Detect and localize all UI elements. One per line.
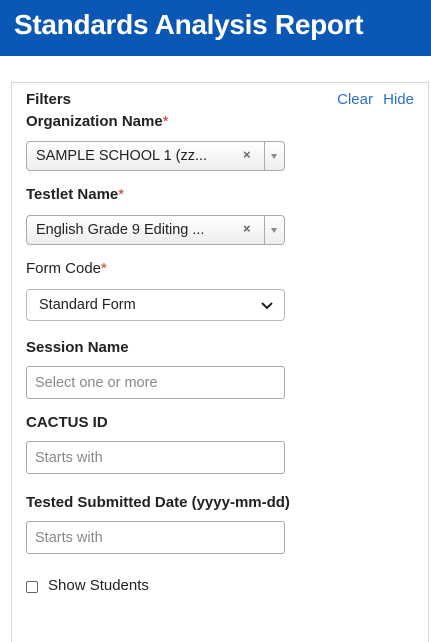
organization-value: SAMPLE SCHOOL 1 (zz... xyxy=(36,148,208,164)
testlet-value: English Grade 9 Editing ... xyxy=(36,222,205,238)
required-marker: * xyxy=(118,186,125,203)
form-code-label: Form Code* xyxy=(26,260,107,277)
hide-link[interactable]: Hide xyxy=(383,91,414,108)
organization-clear-icon[interactable]: × xyxy=(243,147,251,162)
page-title: Standards Analysis Report xyxy=(14,9,364,40)
testlet-label: Testlet Name* xyxy=(26,186,124,203)
testlet-select[interactable]: English Grade 9 Editing ... × xyxy=(26,215,285,245)
organization-label: Organization Name* xyxy=(26,113,169,130)
organization-label-text: Organization Name xyxy=(26,113,163,130)
form-code-select[interactable]: Standard Form xyxy=(26,289,285,321)
tested-date-placeholder: Starts with xyxy=(35,530,103,546)
report-header: Standards Analysis Report xyxy=(0,0,431,56)
show-students-checkbox[interactable] xyxy=(26,581,38,593)
cactus-id-placeholder: Starts with xyxy=(35,450,103,466)
cactus-id-label: CACTUS ID xyxy=(26,414,108,431)
testlet-dropdown-arrow-icon[interactable] xyxy=(264,216,284,244)
required-marker: * xyxy=(162,113,169,130)
form-code-label-text: Form Code xyxy=(26,260,102,277)
testlet-label-text: Testlet Name xyxy=(26,186,119,203)
session-label: Session Name xyxy=(26,339,129,356)
clear-link[interactable]: Clear xyxy=(337,91,373,108)
organization-dropdown-arrow-icon[interactable] xyxy=(264,142,284,170)
required-marker: * xyxy=(101,260,107,277)
filters-panel: Filters Clear Hide Organization Name* SA… xyxy=(11,82,429,642)
chevron-down-icon xyxy=(261,302,273,310)
session-input[interactable]: Select one or more xyxy=(26,366,285,399)
form-code-value: Standard Form xyxy=(39,297,136,313)
filter-links: Clear Hide xyxy=(331,91,414,108)
tested-date-label: Tested Submitted Date (yyyy-mm-dd) xyxy=(26,494,290,511)
testlet-clear-icon[interactable]: × xyxy=(243,221,251,236)
show-students-label[interactable]: Show Students xyxy=(48,577,149,594)
cactus-id-input[interactable]: Starts with xyxy=(26,441,285,474)
filters-heading: Filters xyxy=(26,91,72,108)
session-placeholder: Select one or more xyxy=(35,375,158,391)
organization-select[interactable]: SAMPLE SCHOOL 1 (zz... × xyxy=(26,141,285,171)
tested-date-input[interactable]: Starts with xyxy=(26,521,285,554)
